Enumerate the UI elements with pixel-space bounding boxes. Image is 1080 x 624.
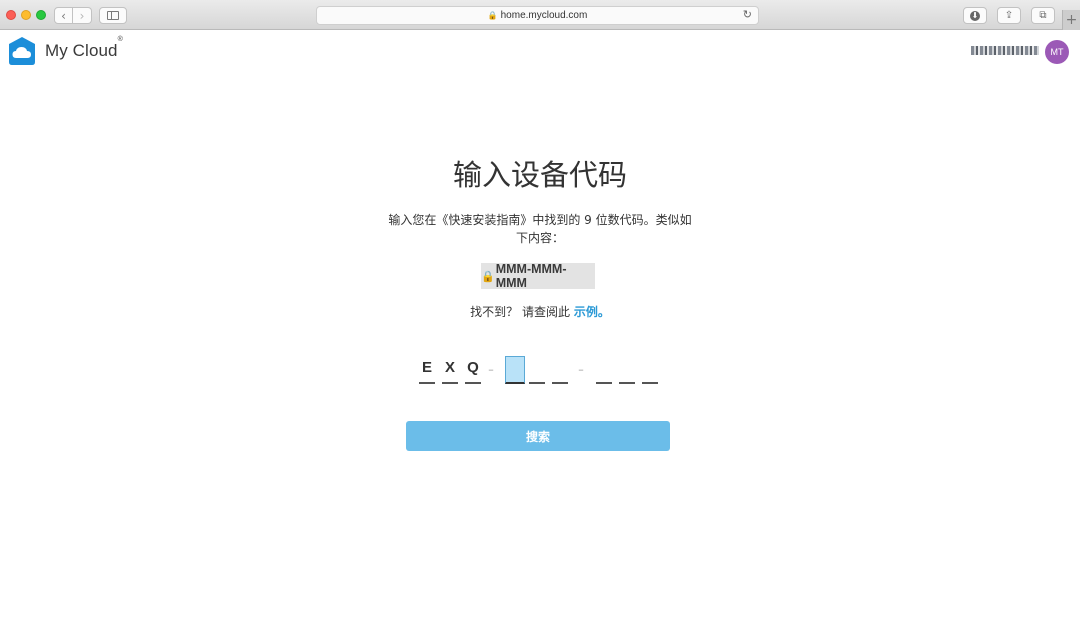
- lock-icon: 🔒: [487, 11, 498, 20]
- reload-icon[interactable]: ↻: [743, 8, 752, 21]
- new-tab-button[interactable]: +: [1062, 10, 1080, 30]
- code-separator: –: [488, 363, 494, 376]
- close-window-button[interactable]: [6, 10, 16, 20]
- instruction-text: 输入您在《快速安装指南》中找到的 9 位数代码。类似如下内容：: [388, 213, 692, 245]
- code-format-example: 🔒 MMM-MMM-MMM: [481, 262, 595, 290]
- minimize-window-button[interactable]: [21, 10, 31, 20]
- maximize-window-button[interactable]: [36, 10, 46, 20]
- example-link[interactable]: 示例。: [574, 305, 610, 319]
- code-char-field[interactable]: X: [442, 356, 458, 384]
- mycloud-logo-icon[interactable]: [7, 36, 37, 66]
- url-text: home.mycloud.com: [500, 10, 588, 21]
- code-separator: –: [578, 363, 584, 376]
- chevron-right-icon: ›: [79, 8, 85, 23]
- code-char-field[interactable]: [642, 356, 658, 384]
- downloads-button[interactable]: ⬇: [963, 7, 987, 24]
- download-icon: ⬇: [970, 10, 980, 21]
- registered-mark: ®: [117, 36, 123, 44]
- avatar-initials: MT: [1050, 47, 1064, 57]
- format-example-text: MMM-MMM-MMM: [495, 262, 567, 290]
- code-char-field[interactable]: [505, 356, 525, 384]
- lock-icon: 🔒: [481, 270, 495, 283]
- share-button[interactable]: ⇪: [997, 7, 1021, 24]
- code-char-field[interactable]: [529, 356, 545, 384]
- code-char-field[interactable]: [552, 356, 568, 384]
- chevron-left-icon: ‹: [61, 8, 66, 23]
- code-char-field[interactable]: E: [419, 356, 435, 384]
- code-char-field[interactable]: Q: [465, 356, 481, 384]
- brand-text: My Cloud: [45, 41, 118, 60]
- page-title: 输入设备代码: [452, 158, 627, 192]
- address-bar[interactable]: 🔒 home.mycloud.com ↻: [316, 6, 759, 25]
- plus-icon: +: [1065, 12, 1078, 28]
- back-button[interactable]: ‹: [54, 7, 73, 24]
- forward-button[interactable]: ›: [73, 7, 92, 24]
- browser-toolbar: ‹ › 🔒 home.mycloud.com ↻ ⬇ ⇪ ⧉ +: [0, 0, 1080, 30]
- sidebar-toggle-button[interactable]: [99, 7, 127, 24]
- search-button[interactable]: 搜索: [406, 421, 670, 451]
- username-redacted: [971, 46, 1039, 55]
- brand-name[interactable]: My Cloud®: [45, 36, 123, 61]
- help-text: 找不到？ 请查阅此 示例。: [340, 303, 740, 320]
- help-prefix: 找不到？ 请查阅此: [470, 305, 570, 319]
- tab-overview-button[interactable]: ⧉: [1031, 7, 1055, 24]
- tabs-icon: ⧉: [1039, 10, 1047, 21]
- code-char-field[interactable]: [619, 356, 635, 384]
- code-char-field[interactable]: [596, 356, 612, 384]
- download-glyph: ⬇: [971, 10, 979, 20]
- user-avatar[interactable]: MT: [1045, 40, 1069, 64]
- share-icon: ⇪: [1004, 10, 1014, 21]
- sidebar-icon: [107, 11, 119, 20]
